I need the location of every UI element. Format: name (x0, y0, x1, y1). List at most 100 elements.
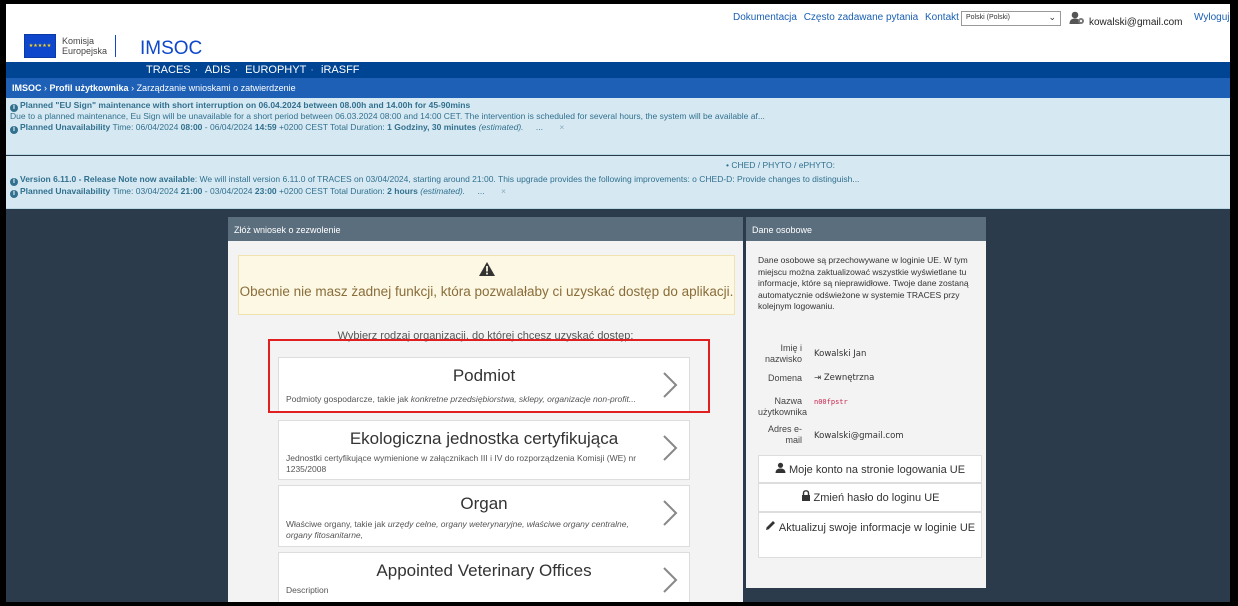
card-title: Ekologiczna jednostka certyfikująca (349, 429, 619, 448)
close-icon[interactable]: × (501, 186, 506, 196)
org-card-authority[interactable]: Organ Właściwe organy, takie jak urzędy … (278, 485, 690, 547)
app-title[interactable]: IMSOC (140, 38, 202, 60)
personal-data-panel: Dane osobowe Dane osobowe są przechowywa… (746, 217, 986, 588)
card-desc-text: Właściwe organy, takie jak (286, 519, 388, 529)
duration: 2 hours (387, 186, 418, 196)
warning-text: Obecnie nie masz żadnej funkcji, która p… (239, 284, 734, 299)
alert-title[interactable]: Version 6.11.0 - Release Note now availa… (20, 174, 195, 184)
top-header: ★★★★★ Komisja Europejska IMSOC Dokumenta… (6, 4, 1230, 62)
duration: 1 Godziny, 30 minutes (387, 122, 477, 132)
update-info-button[interactable]: Aktualizuj swoje informacje w loginie UE (758, 512, 982, 558)
logo-divider (115, 35, 117, 57)
change-password-button[interactable]: Zmień hasło do loginu UE (758, 483, 982, 512)
card-title: Organ (460, 494, 508, 513)
time-prefix: Time: 06/04/2024 (112, 122, 179, 132)
org-card-certification-body[interactable]: Ekologiczna jednostka certyfikująca Jedn… (278, 420, 690, 480)
nav-europhyt[interactable]: EUROPHYT (245, 64, 306, 76)
alert-topline: • CHED / PHYTO / ePHYTO: (726, 160, 835, 170)
domain-value: ⇥ Zewnętrzna (814, 373, 874, 383)
nav-traces[interactable]: TRACES (146, 64, 191, 76)
name-value: Kowalski Jan (814, 349, 867, 359)
domain-text: Zewnętrzna (823, 373, 875, 383)
time-prefix: Time: 03/04/2024 (112, 186, 179, 196)
app-nav: TRACES · ADIS · EUROPHYT · iRASFF (6, 62, 1230, 78)
time-end: 23:00 (254, 186, 277, 196)
info-icon: i (10, 178, 18, 186)
email-value: Kowalski@gmail.com (814, 431, 904, 441)
timezone-text: +0200 CEST Total Duration: (279, 186, 385, 196)
close-icon[interactable]: × (559, 122, 564, 132)
breadcrumb-root[interactable]: IMSOC (12, 83, 42, 93)
release-alert: • CHED / PHYTO / ePHYTO: i Version 6.11.0… (6, 156, 1230, 209)
card-title: Appointed Veterinary Offices (376, 561, 592, 580)
email-label: Adres e-mail (767, 424, 802, 445)
logout-link[interactable]: Wyloguj (1194, 12, 1229, 23)
personal-data-body: Dane osobowe są przechowywane w loginie … (746, 241, 986, 588)
alert-body: : We will install version 6.11.0 of TRAC… (194, 174, 860, 184)
timezone-text: +0200 CEST Total Duration: (279, 122, 385, 132)
org-card-veterinary-offices[interactable]: Appointed Veterinary Offices Description (278, 552, 690, 602)
card-desc-text: Description (286, 585, 329, 595)
warning-icon (479, 262, 495, 276)
ec-logo-text: Komisja Europejska (62, 36, 107, 56)
nav-irasff[interactable]: iRASFF (321, 64, 360, 76)
panel-header: Złóż wniosek o zezwolenie (228, 217, 743, 241)
user-email[interactable]: kowalski@gmail.com (1089, 17, 1183, 28)
unavailability-label: Planned Unavailability (20, 122, 111, 132)
sign-in-icon: ⇥ (814, 373, 824, 383)
link-contact[interactable]: Kontakt (925, 12, 959, 23)
nav-adis[interactable]: ADIS (205, 64, 231, 76)
breadcrumb: IMSOC › Profil użytkownika › Zarządzanie… (6, 78, 1230, 98)
link-faq[interactable]: Często zadawane pytania (804, 12, 919, 23)
info-icon: i (10, 126, 18, 134)
card-description: Description (286, 585, 656, 596)
user-settings-icon[interactable] (1069, 10, 1085, 26)
link-documentation[interactable]: Dokumentacja (733, 12, 797, 23)
name-label: Imię i nazwisko (764, 343, 802, 364)
language-select[interactable]: Polski (Polski) ⌄ (961, 11, 1061, 26)
lock-icon (801, 490, 811, 506)
card-desc-text: Jednostki certyfikujące wymienione w zał… (286, 453, 637, 474)
alert-body: Due to a planned maintenance, Eu Sign wi… (10, 111, 765, 121)
chevron-down-icon: ⌄ (1048, 12, 1056, 22)
chevron-right-icon (663, 435, 678, 461)
time-start: 21:00 (180, 186, 203, 196)
warning-box: Obecnie nie masz żadnej funkcji, która p… (238, 255, 735, 315)
breadcrumb-profile[interactable]: Profil użytkownika (50, 83, 129, 93)
unavailability-label: Planned Unavailability (20, 186, 111, 196)
panel-title: Dane osobowe (752, 225, 813, 235)
panel-header: Dane osobowe (746, 217, 986, 241)
alert-title[interactable]: Planned "EU Sign" maintenance with short… (20, 100, 470, 110)
button-label: Aktualizuj swoje informacje w loginie UE (778, 522, 976, 534)
info-icon: i (10, 190, 18, 198)
top-links: Dokumentacja Często zadawane pytania Kon… (733, 12, 963, 23)
pencil-icon (765, 520, 776, 536)
user-icon (775, 462, 786, 478)
chevron-right-icon (663, 567, 678, 593)
panel-title: Złóż wniosek o zezwolenie (234, 225, 341, 235)
more-link[interactable]: ... (478, 186, 485, 196)
estimated-note: (estimated). (420, 186, 466, 196)
username-label: Nazwa użytkownika (758, 396, 808, 417)
eu-login-account-button[interactable]: Moje konto na stronie logowania UE (758, 455, 982, 483)
breadcrumb-current: Zarządzanie wnioskami o zatwierdzenie (136, 83, 296, 93)
ec-logo-line2: Europejska (62, 46, 108, 56)
chevron-right-icon (663, 500, 678, 526)
button-label: Moje konto na stronie logowania UE (788, 464, 966, 476)
time-end: 14:59 (254, 122, 277, 132)
maintenance-alert: i Planned "EU Sign" maintenance with shor… (6, 98, 1230, 155)
time-start: 08:00 (180, 122, 203, 132)
username-value: n00fpstr (814, 398, 848, 406)
estimated-note: (estimated). (478, 122, 524, 132)
domain-label: Domena (767, 373, 802, 383)
time-mid: - 06/04/2024 (204, 122, 253, 132)
more-link[interactable]: ... (536, 122, 543, 132)
eu-flag-icon: ★★★★★ (24, 34, 56, 58)
app-window: ★★★★★ Komisja Europejska IMSOC Dokumenta… (6, 4, 1230, 602)
ec-logo-line1: Komisja (62, 36, 95, 46)
card-description: Jednostki certyfikujące wymienione w zał… (286, 453, 656, 475)
button-label: Zmień hasło do loginu UE (813, 492, 940, 504)
personal-data-intro: Dane osobowe są przechowywane w loginie … (758, 255, 969, 311)
ec-logo[interactable]: ★★★★★ Komisja Europejska (24, 34, 117, 58)
card-description: Właściwe organy, takie jak urzędy celne,… (286, 519, 656, 541)
